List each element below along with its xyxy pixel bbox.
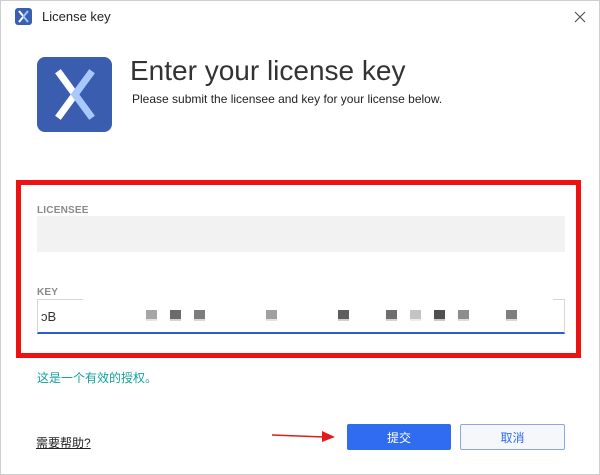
- redaction-mask: [83, 294, 553, 304]
- submit-button[interactable]: 提交: [347, 424, 451, 450]
- validation-message: 这是一个有效的授权。: [37, 371, 158, 385]
- redaction-mask: [83, 319, 553, 324]
- license-key-dialog: License key Enter your license key Pleas…: [0, 0, 600, 475]
- help-link[interactable]: 需要帮助?: [36, 434, 91, 451]
- window-title: License key: [42, 9, 111, 24]
- app-logo-icon: [15, 8, 32, 25]
- close-button[interactable]: [569, 6, 591, 28]
- close-icon: [574, 11, 586, 23]
- page-title: Enter your license key: [130, 55, 406, 86]
- key-input[interactable]: ɔB: [37, 299, 565, 334]
- product-logo-icon: [37, 57, 112, 132]
- red-arrow-icon: [272, 431, 335, 442]
- title-bar: License key: [1, 1, 599, 33]
- key-value: ɔB: [41, 309, 57, 324]
- cancel-button[interactable]: 取消: [460, 424, 565, 450]
- licensee-label: LICENSEE: [37, 205, 89, 216]
- licensee-field[interactable]: [37, 216, 565, 252]
- key-label: KEY: [37, 287, 59, 298]
- page-subtitle: Please submit the licensee and key for y…: [132, 92, 443, 106]
